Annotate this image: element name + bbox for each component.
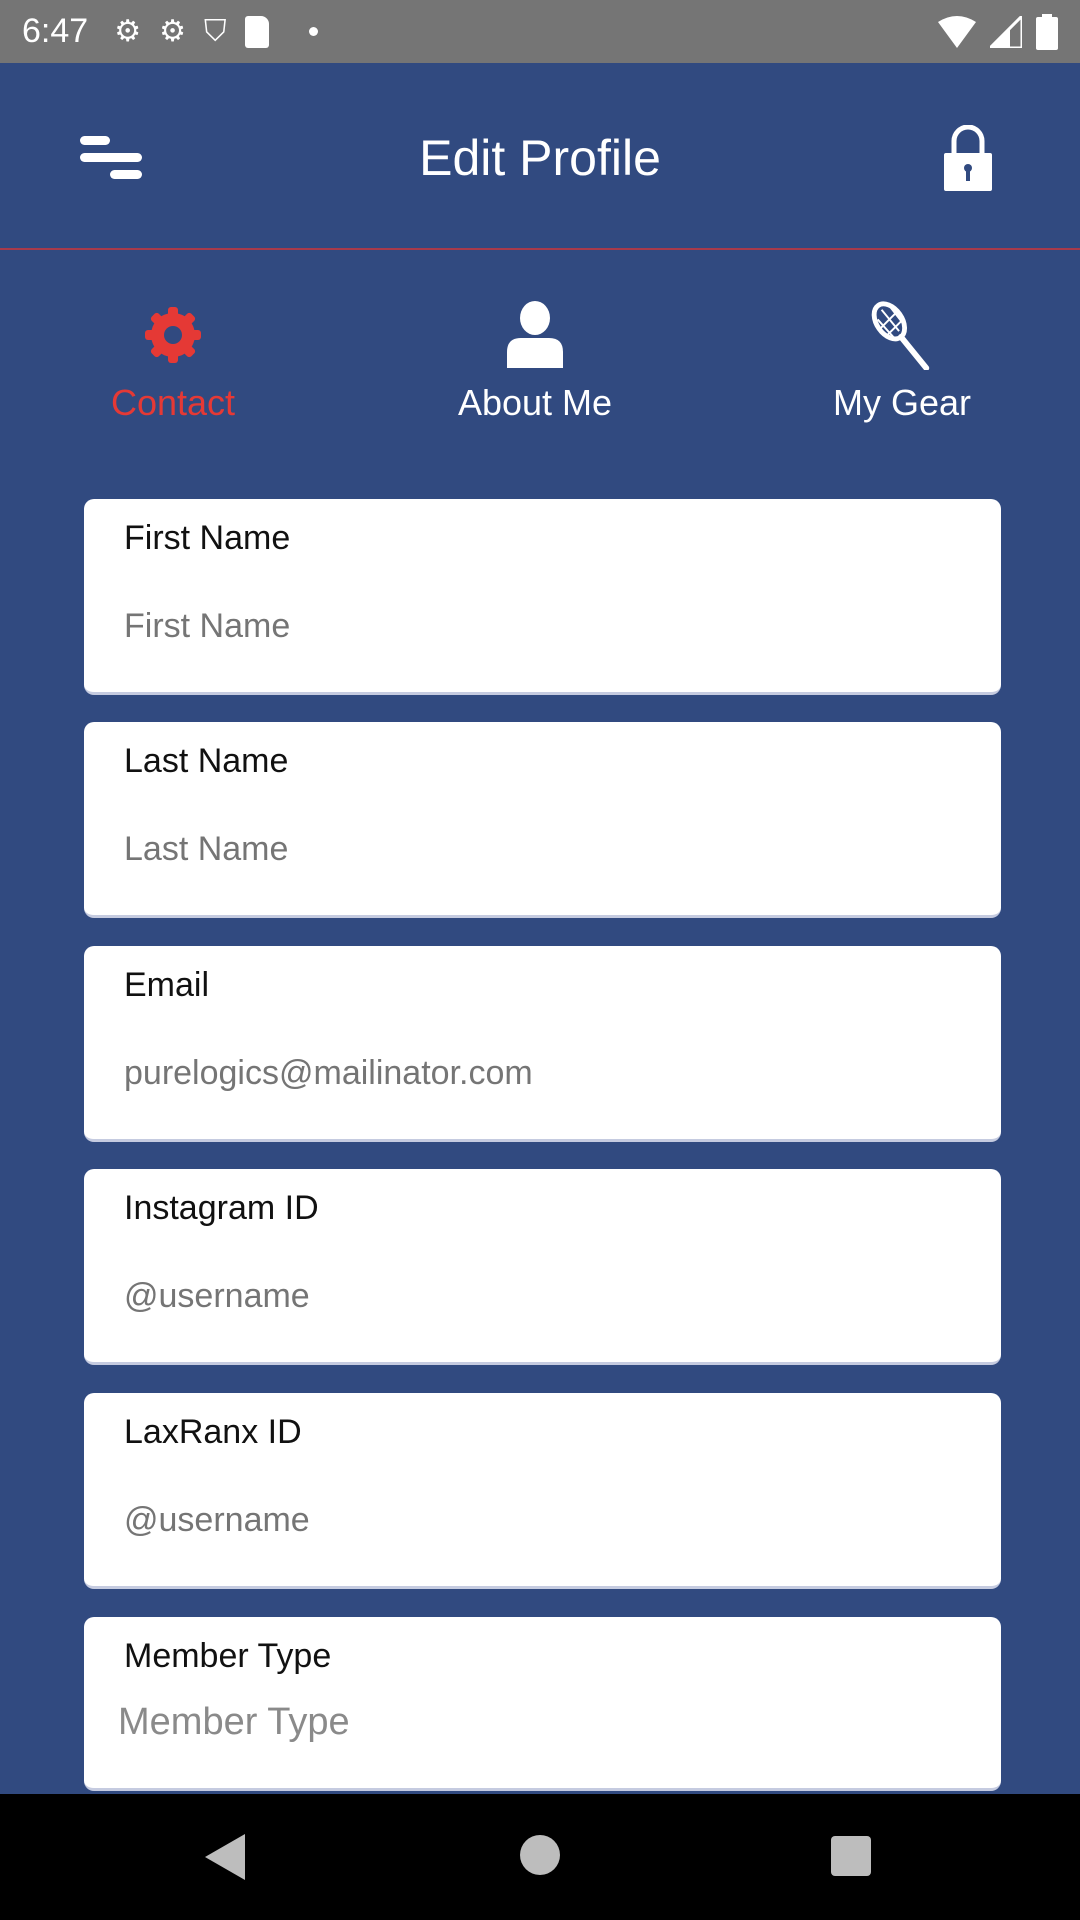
app-bar: Edit Profile [0,63,1080,250]
email-input[interactable]: purelogics@mailinator.com [124,1054,533,1093]
field-label: Member Type [124,1637,332,1675]
tab-label: About Me [457,382,613,423]
last-name-field[interactable]: Last Name Last Name [84,722,1001,918]
dot-icon [308,27,318,36]
gear-icon [145,307,201,363]
member-type-select[interactable]: Member Type [118,1701,350,1744]
laxranx-id-input[interactable]: @username [124,1501,310,1540]
lock-icon[interactable] [944,125,992,191]
battery-icon [1036,13,1058,50]
recents-icon[interactable] [831,1836,871,1876]
page-title: Edit Profile [419,130,661,186]
sd-card-icon [244,15,269,48]
tab-contact[interactable]: Contact [23,300,323,424]
tab-label: My Gear [832,382,972,423]
status-bar: 6:47 ⚙ ⚙ ⛉ [0,0,1080,63]
instagram-id-input[interactable]: @username [124,1277,310,1316]
gear-icon: ⚙ [159,15,186,48]
last-name-input[interactable]: Last Name [124,830,288,869]
person-icon [507,301,563,368]
field-label: LaxRanx ID [124,1413,302,1451]
shield-play-icon: ⛉ [204,14,227,48]
field-label: Last Name [124,742,289,780]
lacrosse-stick-icon [871,301,930,370]
first-name-input[interactable]: First Name [124,607,290,646]
signal-icon [990,15,1022,48]
home-icon[interactable] [520,1835,560,1875]
tab-my-gear[interactable]: My Gear [752,300,1052,424]
tab-label: Contact [110,382,236,423]
member-type-field[interactable]: Member Type Member Type [84,1617,1001,1791]
clock: 6:47 [22,12,89,50]
wifi-icon [938,15,976,48]
tab-about-me[interactable]: About Me [385,300,685,424]
gear-icon: ⚙ [114,15,142,48]
field-label: Instagram ID [124,1189,319,1227]
laxranx-id-field[interactable]: LaxRanx ID @username [84,1393,1001,1589]
tab-bar: Contact About Me My Gear [0,300,1080,440]
field-label: Email [124,966,210,1004]
field-label: First Name [124,519,291,557]
instagram-id-field[interactable]: Instagram ID @username [84,1169,1001,1365]
back-icon[interactable] [205,1834,245,1880]
navigation-bar [0,1794,1080,1920]
email-field[interactable]: Email purelogics@mailinator.com [84,946,1001,1142]
first-name-field[interactable]: First Name First Name [84,499,1001,695]
